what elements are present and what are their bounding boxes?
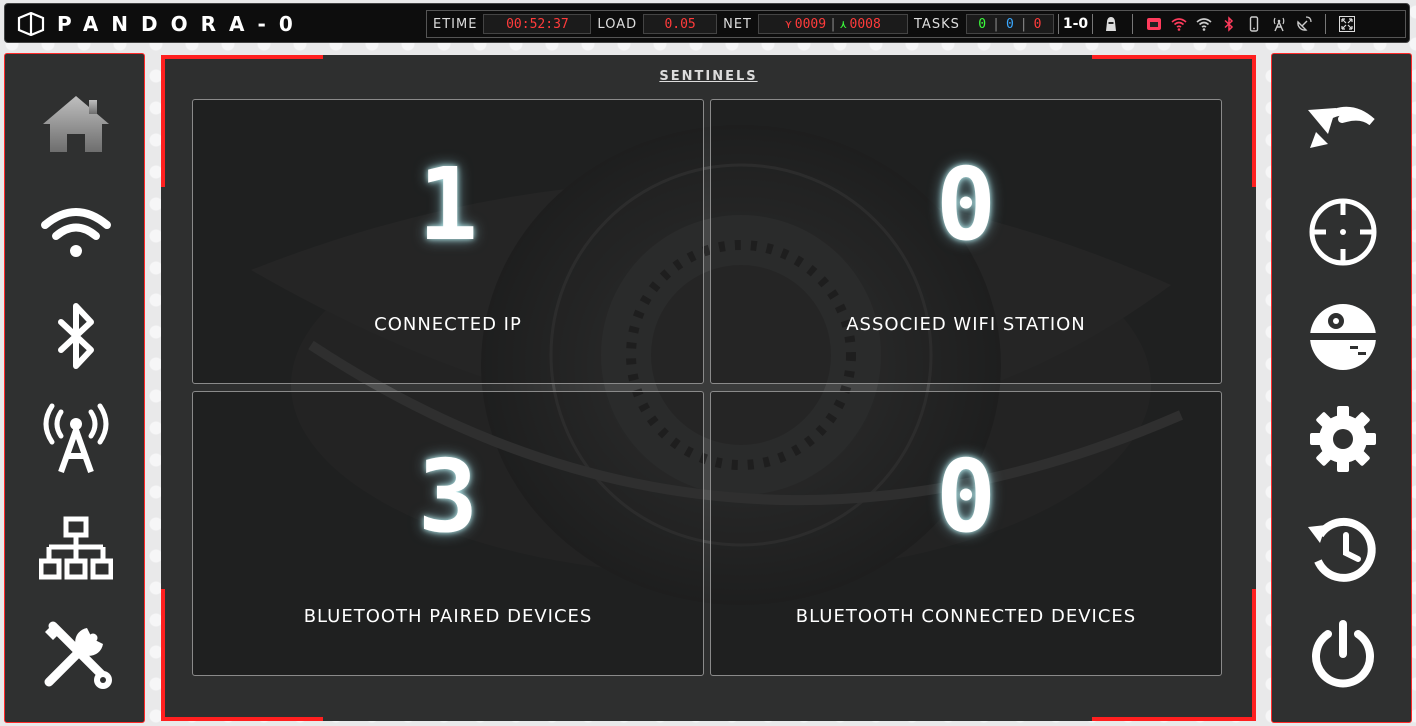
ethernet-icon (1147, 18, 1162, 30)
history-button[interactable] (1272, 500, 1413, 600)
stat-value: 0 (935, 146, 997, 263)
etime-value: 00:52:37 (483, 14, 592, 34)
bluetooth-icon (1224, 16, 1234, 32)
status-bar: ETIME 00:52:37 LOAD 0.05 NET ⋎ 0009 | ⋏ … (426, 10, 1406, 38)
attack-button[interactable] (1272, 287, 1413, 387)
undo-icon (1307, 107, 1375, 148)
section-title: SENTINELS (659, 69, 758, 84)
broadcast-tower-icon (43, 403, 108, 474)
crosshairs-icon (1309, 198, 1376, 266)
network-button[interactable] (5, 500, 146, 600)
app-title: PANDORA-0 (57, 12, 306, 36)
stat-card-connected-ip: 1 CONNECTED IP (192, 99, 704, 384)
hacker-icon (1106, 17, 1117, 31)
power-button[interactable] (1272, 605, 1413, 705)
undo-button[interactable] (1272, 75, 1413, 175)
stat-value: 0 (935, 438, 997, 555)
wifi-icon (1171, 18, 1187, 31)
gear-icon (1309, 406, 1376, 472)
load-label: LOAD (597, 16, 638, 32)
chevron-up-icon: ⋏ (839, 17, 847, 31)
tasks-red: 0 (1033, 16, 1042, 32)
satellite-dish-icon (1297, 16, 1312, 31)
cube-icon (17, 12, 45, 36)
net-traffic: ⋎ 0009 | ⋏ 0008 (758, 14, 908, 34)
tasks-counts: 0 | 0 | 0 (965, 14, 1054, 34)
home-icon (42, 96, 109, 152)
right-sidebar (1271, 53, 1412, 723)
net-label: NET (723, 16, 752, 32)
left-sidebar (4, 53, 145, 723)
tasks-sep: | (992, 16, 1000, 32)
wifi-icon (1196, 18, 1212, 31)
corner-accent (1092, 717, 1256, 721)
stat-label: BLUETOOTH PAIRED DEVICES (303, 606, 593, 627)
home-button[interactable] (5, 75, 146, 175)
tasks-blue: 0 (1005, 16, 1014, 32)
stat-value: 3 (417, 438, 479, 555)
bluetooth-icon (57, 303, 94, 369)
settings-button[interactable] (1272, 389, 1413, 489)
net-up-value: 0008 (849, 16, 881, 32)
mobile-icon (1249, 16, 1259, 32)
tasks-green: 0 (978, 16, 987, 32)
divider (1057, 14, 1059, 34)
stat-card-wifi-station: 0 ASSOCIED WIFI STATION (710, 99, 1222, 384)
corner-accent (1252, 589, 1256, 721)
load-value: 0.05 (643, 14, 718, 34)
tasks-label: TASKS (914, 16, 960, 32)
death-star-icon (1309, 304, 1376, 370)
wifi-button[interactable] (5, 182, 146, 282)
bluetooth-button[interactable] (5, 287, 146, 387)
top-bar: PANDORA-0 ETIME 00:52:37 LOAD 0.05 NET ⋎… (4, 3, 1410, 43)
tools-button[interactable] (5, 605, 146, 705)
radio-tower-button[interactable] (5, 389, 146, 489)
stat-label: BLUETOOTH CONNECTED DEVICES (795, 606, 1137, 627)
stat-value: 1 (417, 146, 479, 263)
corner-accent (161, 589, 165, 721)
divider (1132, 14, 1134, 34)
chevron-down-icon: ⋎ (785, 17, 792, 31)
scan-button[interactable] (1272, 182, 1413, 282)
power-icon (1311, 620, 1374, 688)
mode-indicator: 1-0 (1062, 16, 1089, 32)
app-logo: PANDORA-0 (17, 12, 306, 36)
etime-label: ETIME (433, 16, 478, 32)
stat-label: CONNECTED IP (374, 314, 522, 335)
stat-card-bt-paired: 3 BLUETOOTH PAIRED DEVICES (192, 391, 704, 676)
sentinels-panel: SENTINELS 1 CONNECTED IP 0 ASSOCIED WIFI… (161, 55, 1256, 721)
status-icons (1103, 14, 1356, 34)
antenna-icon (1273, 17, 1285, 32)
fullscreen-icon[interactable] (1339, 16, 1356, 32)
stat-label: ASSOCIED WIFI STATION (846, 314, 1086, 335)
net-down-value: 0009 (794, 16, 827, 32)
corner-accent (161, 717, 323, 721)
divider (1092, 14, 1094, 34)
network-icon (38, 516, 113, 580)
net-separator: | (829, 16, 837, 32)
stat-card-bt-connected: 0 BLUETOOTH CONNECTED DEVICES (710, 391, 1222, 676)
tools-icon (44, 621, 112, 689)
wifi-icon (40, 208, 111, 257)
corner-accent (1092, 55, 1256, 59)
divider (1325, 14, 1327, 34)
history-icon (1307, 517, 1376, 582)
corner-accent (161, 55, 323, 59)
tasks-sep: | (1019, 16, 1028, 32)
